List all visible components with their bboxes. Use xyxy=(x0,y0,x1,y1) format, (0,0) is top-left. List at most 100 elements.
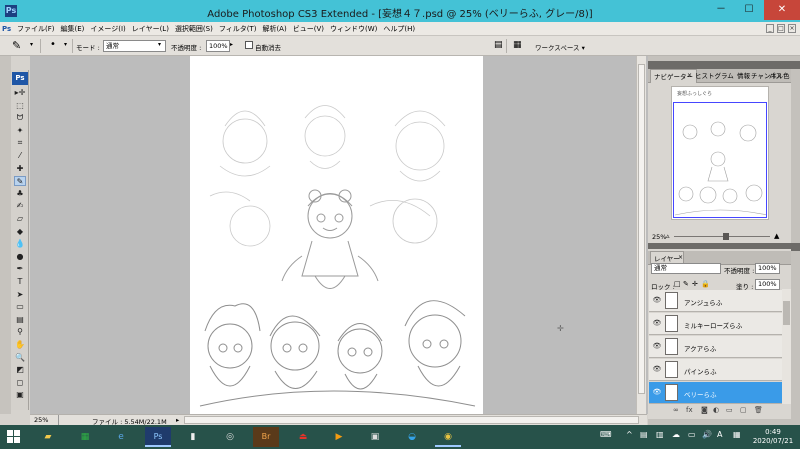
spreadsheet-icon[interactable]: ▦ xyxy=(72,427,98,447)
color-swatches-icon[interactable]: ◩ xyxy=(14,365,26,375)
canvas-vertical-scrollbar[interactable] xyxy=(636,56,646,414)
new-layer-icon[interactable]: ▢ xyxy=(740,406,747,414)
media-player-icon[interactable]: ▶ xyxy=(326,427,352,447)
close-button[interactable]: ✕ xyxy=(764,0,800,20)
menu-layer[interactable]: レイヤー(L) xyxy=(129,22,172,36)
layer-row[interactable]: 👁 ミルキーローズらふ xyxy=(649,313,782,335)
internet-explorer-icon[interactable]: e xyxy=(108,427,134,447)
scrollbar-thumb[interactable] xyxy=(638,64,645,394)
menu-filter[interactable]: フィルタ(T) xyxy=(216,22,260,36)
link-layers-icon[interactable]: ∞ xyxy=(673,406,679,414)
status-menu-arrow-icon[interactable]: ▸ xyxy=(176,416,179,424)
layer-row[interactable]: 👁 アンジュらふ xyxy=(649,290,782,312)
windows-start-icon[interactable] xyxy=(7,430,21,444)
visibility-eye-icon[interactable]: 👁 xyxy=(652,388,662,397)
close-icon[interactable]: × xyxy=(678,254,683,261)
ime-mode-icon[interactable]: ▦ xyxy=(733,430,741,439)
cloud-icon[interactable]: ☁ xyxy=(672,430,680,439)
zoom-icon[interactable]: 🔍 xyxy=(14,353,26,363)
brush-picker-chevron-icon[interactable]: ▾ xyxy=(64,41,67,48)
edge-icon[interactable]: ◒ xyxy=(399,427,425,447)
move-icon[interactable]: ▸✛ xyxy=(14,88,26,98)
bridge-icon[interactable]: ▦ xyxy=(513,40,522,50)
eyedropper-icon[interactable]: ⚲ xyxy=(14,327,26,337)
horizontal-scrollbar[interactable] xyxy=(184,416,639,424)
magic-wand-icon[interactable]: ✦ xyxy=(14,126,26,136)
lock-transparency-icon[interactable]: □ xyxy=(674,280,681,288)
crop-icon[interactable]: ⌗ xyxy=(14,138,26,148)
layer-row[interactable]: 👁 ベリーらふ xyxy=(649,382,782,404)
type-icon[interactable]: T xyxy=(14,277,26,287)
maximize-button[interactable]: ☐ xyxy=(736,0,762,20)
zoom-in-icon[interactable]: ▲ xyxy=(774,232,779,240)
pencil-icon[interactable]: ✎ xyxy=(14,176,26,187)
keyboard-icon[interactable]: ⌨ xyxy=(600,430,612,439)
lock-all-icon[interactable]: 🔒 xyxy=(701,280,710,288)
clone-stamp-icon[interactable]: ♣ xyxy=(14,189,26,199)
visibility-eye-icon[interactable]: 👁 xyxy=(652,296,662,305)
adjustment-layer-icon[interactable]: ◐ xyxy=(713,406,719,414)
dodge-icon[interactable]: ● xyxy=(14,252,26,262)
visibility-eye-icon[interactable]: 👁 xyxy=(652,365,662,374)
tray-network-icon[interactable]: ▥ xyxy=(656,430,664,439)
layer-thumbnail[interactable] xyxy=(665,384,678,401)
bridge-taskbar-icon[interactable]: Br xyxy=(253,427,279,447)
layer-opacity-input[interactable]: 100% xyxy=(755,263,780,274)
marquee-icon[interactable]: ⬚ xyxy=(14,101,26,111)
photoshop-taskbar-icon[interactable]: Ps xyxy=(145,427,171,447)
tab-color[interactable]: 色 xyxy=(780,69,793,83)
tray-chevron-icon[interactable]: ^ xyxy=(626,430,633,439)
tray-app-icon[interactable]: ▤ xyxy=(640,430,648,439)
doc-close-button[interactable]: × xyxy=(788,24,796,33)
layers-scrollbar[interactable] xyxy=(782,289,791,404)
app-swirl-icon[interactable]: ◎ xyxy=(217,427,243,447)
blend-mode-select[interactable]: 通常 xyxy=(651,263,721,274)
blur-icon[interactable]: 💧 xyxy=(14,239,26,249)
document-canvas[interactable] xyxy=(190,56,483,414)
notes-icon[interactable]: ▤ xyxy=(14,315,26,325)
layer-thumbnail[interactable] xyxy=(665,292,678,309)
chevron-down-icon[interactable]: ▾ xyxy=(30,41,33,48)
zoom-out-icon[interactable]: ▵ xyxy=(666,232,670,240)
navigator-panel-header[interactable] xyxy=(648,61,800,69)
mode-select[interactable]: 通常 xyxy=(103,40,166,52)
pen-icon[interactable]: ✒ xyxy=(14,264,26,274)
layer-row[interactable]: 👁 アクアらふ xyxy=(649,336,782,358)
zoom-level[interactable]: 25% xyxy=(34,416,48,424)
tab-histogram[interactable]: ヒストグラム xyxy=(692,69,737,83)
healing-brush-icon[interactable]: ✚ xyxy=(14,164,26,174)
layer-style-icon[interactable]: fx xyxy=(686,406,693,414)
brush-size-icon[interactable]: • xyxy=(50,39,56,50)
view-proxy-box[interactable] xyxy=(673,102,767,218)
menu-image[interactable]: イメージ(I) xyxy=(87,22,128,36)
path-selection-icon[interactable]: ➤ xyxy=(14,290,26,300)
shape-icon[interactable]: ▭ xyxy=(14,302,26,312)
screen-mode-icon[interactable]: ▣ xyxy=(14,390,26,400)
system-clock[interactable]: 0:49 2020/07/21 xyxy=(750,428,796,446)
quick-mask-icon[interactable]: ◻ xyxy=(14,378,26,388)
menu-view[interactable]: ビュー(V) xyxy=(290,22,327,36)
navigator-zoom-slider[interactable] xyxy=(674,233,770,240)
menu-edit[interactable]: 編集(E) xyxy=(58,22,88,36)
acrobat-icon[interactable]: ⏏ xyxy=(290,427,316,447)
lasso-icon[interactable]: ᗢ xyxy=(14,113,26,123)
chrome-icon[interactable]: ◉ xyxy=(435,427,461,447)
lock-position-icon[interactable]: ✛ xyxy=(692,280,698,288)
layer-mask-icon[interactable]: ◙ xyxy=(701,406,708,414)
lock-image-icon[interactable]: ✎ xyxy=(683,280,689,288)
volume-icon[interactable]: 🔊 xyxy=(702,430,712,439)
menu-select[interactable]: 選択範囲(S) xyxy=(172,22,216,36)
minimize-button[interactable]: － xyxy=(708,0,734,20)
ps-menu-icon[interactable]: Ps xyxy=(0,22,14,36)
layer-thumbnail[interactable] xyxy=(665,361,678,378)
layer-thumbnail[interactable] xyxy=(665,315,678,332)
delete-layer-icon[interactable]: 🗑 xyxy=(754,406,763,414)
auto-erase-checkbox[interactable] xyxy=(245,41,253,49)
layer-row[interactable]: 👁 パインらふ xyxy=(649,359,782,381)
paint-bucket-icon[interactable]: ◆ xyxy=(14,227,26,237)
workspace-menu[interactable]: ワークスペース ▾ xyxy=(535,42,585,52)
layer-thumbnail[interactable] xyxy=(665,338,678,355)
menu-help[interactable]: ヘルプ(H) xyxy=(380,22,418,36)
network-icon[interactable]: ▭ xyxy=(688,430,696,439)
ps-logo[interactable]: Ps xyxy=(12,72,28,85)
